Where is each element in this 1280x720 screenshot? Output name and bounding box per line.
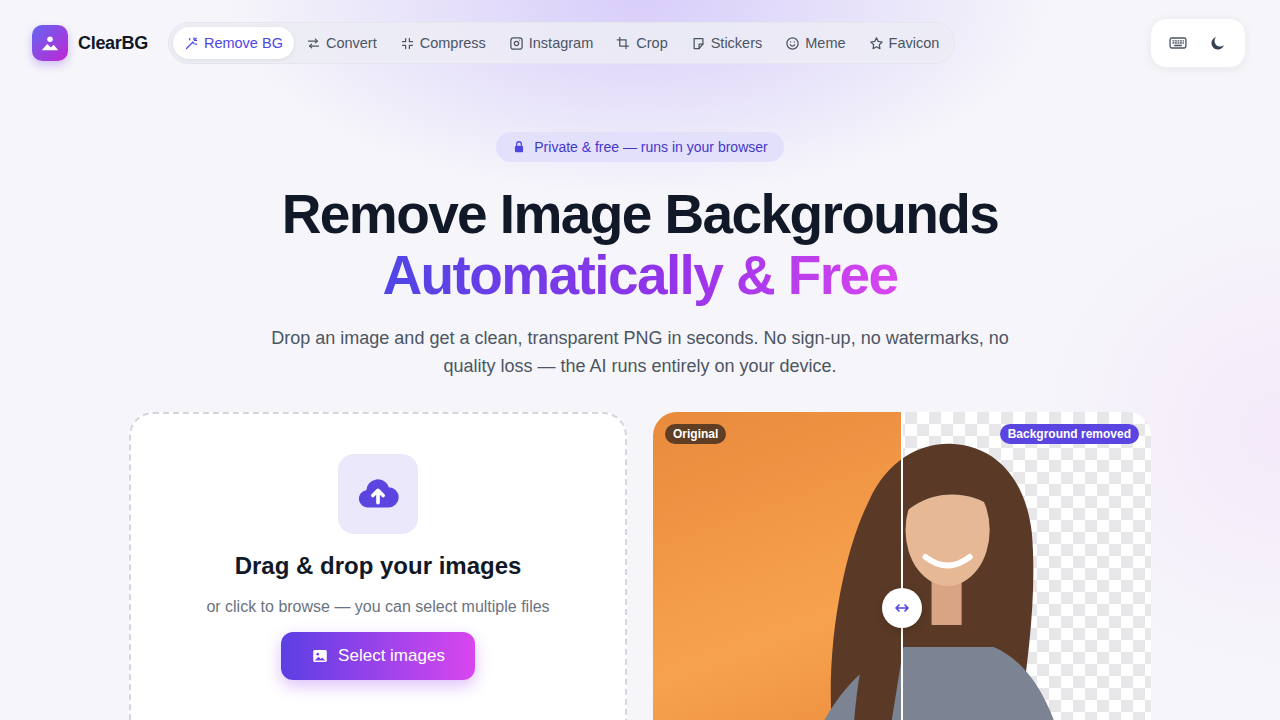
original-label: Original <box>665 424 726 444</box>
header-left: ClearBG Remove BG Convert Compress Instagram… <box>32 22 955 64</box>
hero-subtitle: Drop an image and get a clean, transpare… <box>245 324 1035 380</box>
dropzone[interactable]: Drag & drop your images or click to brows… <box>129 412 627 720</box>
hero: Private & free — runs in your browser Rem… <box>0 68 1280 380</box>
nav-label: Instagram <box>529 35 593 51</box>
brand-name: ClearBG <box>78 33 148 54</box>
nav-label: Remove BG <box>204 35 283 51</box>
privacy-badge: Private & free — runs in your browser <box>496 132 783 162</box>
nav-item[interactable]: Favicon <box>858 27 951 59</box>
brand[interactable]: ClearBG <box>32 25 148 61</box>
button-label: Select images <box>338 646 445 666</box>
nav: Remove BG Convert Compress Instagram Crop Sti… <box>168 22 955 64</box>
nav-label: Compress <box>420 35 486 51</box>
nav-label: Convert <box>326 35 377 51</box>
hero-highlight: Automatically & Free <box>382 244 897 306</box>
theme-button[interactable] <box>1201 25 1235 61</box>
nav-item-icon <box>785 36 800 51</box>
split-divider <box>901 412 903 720</box>
nav-item-icon <box>306 36 321 51</box>
page: ClearBG Remove BG Convert Compress Instagram… <box>0 0 1280 720</box>
keyboard-icon <box>1168 33 1188 53</box>
nav-item[interactable]: Remove BG <box>173 27 294 59</box>
nav-item-icon <box>616 36 631 51</box>
nav-label: Crop <box>636 35 667 51</box>
split-handle[interactable] <box>882 588 922 628</box>
nav-item[interactable]: Crop <box>605 27 678 59</box>
workspace: Drag & drop your images or click to brows… <box>0 412 1280 720</box>
nav-label: Meme <box>805 35 845 51</box>
cloud-upload-icon <box>355 471 401 517</box>
badge-text: Private & free — runs in your browser <box>534 139 767 155</box>
hero-title: Remove Image Backgrounds <box>282 184 999 244</box>
nav-label: Favicon <box>889 35 940 51</box>
toolbar <box>1150 18 1246 68</box>
image-icon <box>311 647 329 665</box>
nav-item-icon <box>400 36 415 51</box>
comparison-preview[interactable]: Original Background removed <box>653 412 1151 720</box>
nav-item[interactable]: Convert <box>295 27 388 59</box>
nav-item-icon <box>691 36 706 51</box>
moon-icon <box>1209 34 1227 52</box>
nav-item-icon <box>184 36 199 51</box>
nav-label: Stickers <box>711 35 763 51</box>
keyboard-button[interactable] <box>1161 25 1195 61</box>
logo-icon <box>32 25 68 61</box>
image-icon <box>39 32 61 54</box>
nav-item[interactable]: Compress <box>389 27 497 59</box>
removed-label: Background removed <box>1000 424 1139 444</box>
nav-item[interactable]: Meme <box>774 27 856 59</box>
arrows-horizontal-icon <box>893 599 911 617</box>
dropzone-hint: or click to browse — you can select mult… <box>206 598 549 616</box>
nav-item-icon <box>509 36 524 51</box>
header: ClearBG Remove BG Convert Compress Instagram… <box>0 0 1280 68</box>
select-images-button[interactable]: Select images <box>281 632 475 680</box>
dropzone-title: Drag & drop your images <box>235 552 522 580</box>
lock-icon <box>512 140 526 154</box>
nav-item[interactable]: Stickers <box>680 27 774 59</box>
upload-icon-box <box>338 454 418 534</box>
nav-item[interactable]: Instagram <box>498 27 604 59</box>
nav-item-icon <box>869 36 884 51</box>
